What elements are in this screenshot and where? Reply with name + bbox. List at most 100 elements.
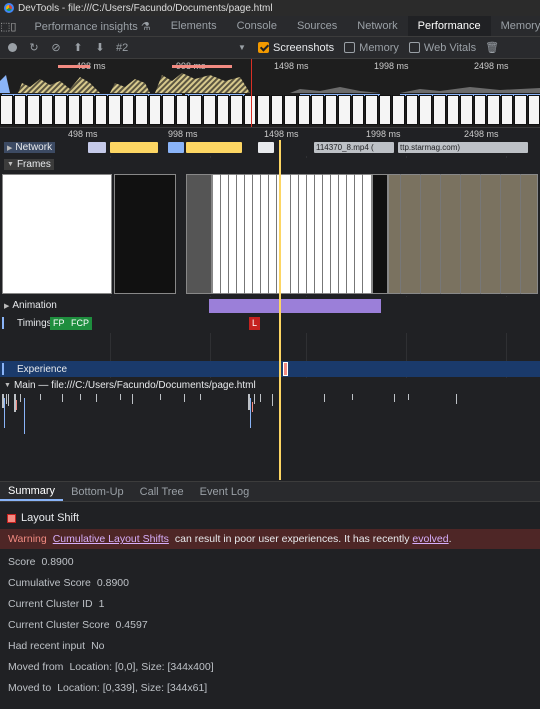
animation-bar[interactable] bbox=[209, 299, 381, 313]
tab-elements[interactable]: Elements bbox=[161, 16, 227, 36]
checkbox-checked-icon bbox=[258, 42, 269, 53]
fp-marker[interactable]: FP bbox=[50, 317, 68, 330]
network-request-bar[interactable] bbox=[186, 142, 242, 153]
checkbox-unchecked-icon bbox=[408, 42, 420, 53]
tab-console[interactable]: Console bbox=[227, 16, 287, 36]
expand-triangle-icon: ▼ bbox=[7, 161, 14, 168]
chevron-down-icon[interactable]: ▼ bbox=[236, 42, 248, 54]
network-request-bar[interactable]: 114370_8.mp4 ( bbox=[314, 142, 394, 153]
web-vitals-checkbox[interactable]: Web Vitals bbox=[408, 42, 476, 54]
main-track-title[interactable]: ▼ Main — file:///C:/Users/Facundo/Docume… bbox=[4, 380, 256, 391]
clear-button[interactable]: ⊘ bbox=[50, 42, 62, 54]
warning-period: . bbox=[448, 533, 452, 545]
experience-track-title[interactable]: Experience bbox=[2, 363, 67, 375]
tab-performance-insights[interactable]: Performance insights ⚗ bbox=[24, 16, 160, 36]
cls-link[interactable]: Cumulative Layout Shifts bbox=[53, 533, 169, 545]
screenshots-checkbox[interactable]: Screenshots bbox=[258, 42, 334, 54]
experience-track[interactable]: Experience bbox=[0, 361, 540, 377]
window-title: DevTools - file:///C:/Users/Facundo/Docu… bbox=[18, 2, 273, 14]
network-request-bar[interactable] bbox=[110, 142, 158, 153]
frame-divider bbox=[330, 174, 331, 294]
profile-select[interactable]: #2 bbox=[116, 42, 226, 54]
evolved-link[interactable]: evolved bbox=[412, 533, 448, 545]
network-request-bar[interactable] bbox=[88, 142, 106, 153]
row-value: Location: [0,0], Size: [344x400] bbox=[69, 661, 214, 673]
memory-label: Memory bbox=[359, 41, 399, 54]
frames-track-title[interactable]: ▼ Frames bbox=[4, 159, 54, 170]
network-request-bar[interactable] bbox=[168, 142, 184, 153]
timings-track[interactable]: Timings FP FCP L bbox=[0, 315, 540, 333]
frame-divider bbox=[298, 174, 299, 294]
cumulative-score-row: Cumulative Score 0.8900 bbox=[8, 577, 129, 589]
frame-screenshot[interactable] bbox=[2, 174, 112, 294]
frame-divider bbox=[236, 174, 237, 294]
frame-divider bbox=[354, 174, 355, 294]
tab-summary[interactable]: Summary bbox=[0, 482, 64, 501]
frame-divider bbox=[420, 174, 421, 294]
time-cursor[interactable] bbox=[279, 140, 281, 480]
network-request-bar[interactable] bbox=[258, 142, 274, 153]
frame-divider bbox=[244, 174, 245, 294]
timings-track-title[interactable]: Timings bbox=[2, 317, 52, 329]
experience-label: Experience bbox=[17, 363, 68, 375]
frame-divider bbox=[220, 174, 221, 294]
tab-bottom-up[interactable]: Bottom-Up bbox=[63, 482, 132, 501]
cluster-id-row: Current Cluster ID 1 bbox=[8, 598, 104, 610]
selection-indicator bbox=[2, 317, 4, 329]
warning-text-body: can result in poor user experiences. It … bbox=[174, 533, 410, 545]
frame-screenshot[interactable] bbox=[388, 174, 538, 294]
network-track-title[interactable]: ▶ Network bbox=[4, 142, 56, 153]
load-marker[interactable]: L bbox=[249, 317, 261, 330]
timings-label: Timings bbox=[17, 317, 52, 329]
tab-performance[interactable]: Performance bbox=[407, 16, 491, 36]
moved-to-row: Moved to Location: [0,339], Size: [344x61… bbox=[8, 682, 207, 694]
tab-call-tree[interactable]: Call Tree bbox=[132, 482, 192, 501]
reload-profile-button[interactable]: ↻ bbox=[28, 42, 40, 54]
frame-divider bbox=[500, 174, 501, 294]
expand-triangle-icon: ▶ bbox=[4, 302, 10, 310]
long-task-marker bbox=[172, 65, 232, 68]
network-track[interactable]: ▶ Network 114370_8.mp4 ( ttp.starmag.com… bbox=[0, 140, 540, 156]
frame-screenshot[interactable] bbox=[114, 174, 176, 294]
trash-icon[interactable]: 🗑 bbox=[485, 42, 499, 54]
summary-panel: Layout Shift Warning Cumulative Layout S… bbox=[0, 502, 540, 709]
row-value: 0.8900 bbox=[96, 577, 129, 589]
upload-profile-button[interactable]: ⬆ bbox=[72, 42, 84, 54]
memory-checkbox[interactable]: Memory bbox=[344, 42, 399, 54]
moved-from-row: Moved from Location: [0,0], Size: [344x40… bbox=[8, 661, 214, 673]
main-thread-flamechart[interactable] bbox=[0, 394, 540, 434]
download-profile-button[interactable]: ⬇ bbox=[94, 42, 106, 54]
frame-screenshot[interactable] bbox=[186, 174, 212, 294]
summary-title-text: Layout Shift bbox=[21, 512, 80, 524]
device-toolbar-icon[interactable]: ▯ bbox=[10, 16, 16, 36]
layout-shift-marker[interactable] bbox=[283, 362, 288, 376]
frames-track[interactable]: ▼ Frames bbox=[0, 158, 540, 172]
row-value: 0.4597 bbox=[115, 619, 148, 631]
frames-label: Frames bbox=[16, 159, 51, 170]
frames-screenshots[interactable] bbox=[0, 172, 540, 296]
tab-event-log[interactable]: Event Log bbox=[192, 482, 258, 501]
inspect-element-icon[interactable]: ⬚ bbox=[0, 16, 10, 36]
record-button[interactable] bbox=[6, 42, 18, 54]
main-label: Main — file:///C:/Users/Facundo/Document… bbox=[13, 380, 256, 391]
timeline-overview[interactable]: 498 ms 998 ms 1498 ms 1998 ms 2498 ms bbox=[0, 59, 540, 128]
frame-screenshot[interactable] bbox=[372, 174, 388, 294]
network-request-bar[interactable]: ttp.starmag.com) bbox=[398, 142, 528, 153]
ruler-tick: 1998 ms bbox=[366, 129, 401, 139]
warning-label: Warning bbox=[8, 533, 47, 545]
devtools-tabbar: ⬚ ▯ Performance insights ⚗ Elements Cons… bbox=[0, 16, 540, 37]
animation-track[interactable]: ▶ Animation bbox=[0, 297, 540, 315]
frame-divider bbox=[440, 174, 441, 294]
tab-sources[interactable]: Sources bbox=[287, 16, 347, 36]
recent-input-row: Had recent input No bbox=[8, 640, 105, 652]
frame-divider bbox=[520, 174, 521, 294]
score-row: Score 0.8900 bbox=[8, 556, 74, 568]
fcp-marker[interactable]: FCP bbox=[68, 317, 92, 330]
tab-network[interactable]: Network bbox=[347, 16, 407, 36]
main-thread-track[interactable]: ▼ Main — file:///C:/Users/Facundo/Docume… bbox=[0, 378, 540, 481]
row-label: Moved to bbox=[8, 682, 52, 694]
row-label: Current Cluster ID bbox=[8, 598, 93, 610]
row-value: No bbox=[91, 640, 105, 652]
tab-memory[interactable]: Memory bbox=[491, 16, 540, 36]
animation-track-title[interactable]: ▶ Animation bbox=[4, 300, 57, 311]
